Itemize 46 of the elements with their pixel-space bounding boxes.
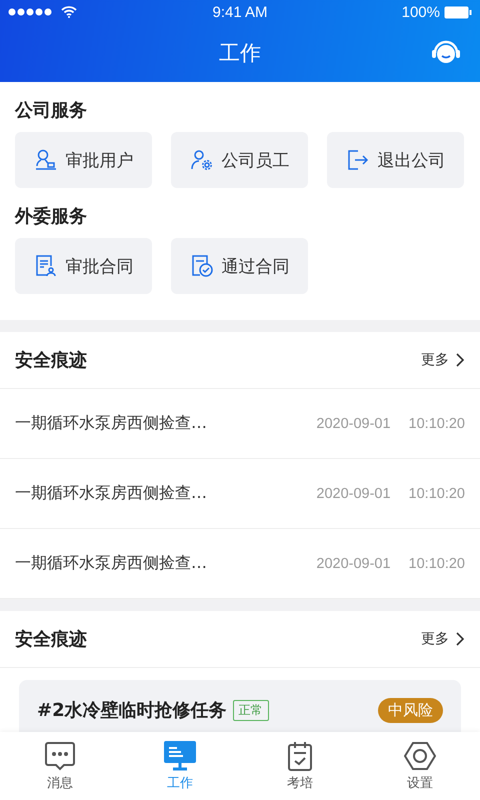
section-title: 安全痕迹: [15, 349, 87, 372]
service-button[interactable]: 退出公司: [327, 132, 464, 188]
trace-row[interactable]: 一期循环水泵房西侧捡查… 2020-09-01 10:10:20: [0, 459, 480, 529]
trace-row[interactable]: 一期循环水泵房西侧捡查… 2020-09-01 10:10:20: [0, 389, 480, 459]
service-button[interactable]: 公司员工: [171, 132, 308, 188]
chat-icon: [44, 740, 76, 770]
trace-time: 10:10:20: [408, 556, 465, 572]
task-card[interactable]: #2水冷壁临时抢修任务 正常 中风险: [19, 680, 461, 732]
clipboard-check-icon: [286, 740, 314, 770]
trace-date: 2020-09-01: [316, 416, 391, 432]
trace-text: 一期循环水泵房西侧捡查…: [15, 553, 208, 574]
more-link[interactable]: 更多: [421, 351, 465, 369]
trace-time: 10:10:20: [408, 486, 465, 502]
battery-percent: 100%: [402, 4, 440, 20]
service-button[interactable]: 通过合同: [171, 238, 308, 294]
battery-icon: [444, 6, 472, 18]
risk-badge: 中风险: [378, 698, 443, 722]
trace-text: 一期循环水泵房西侧捡查…: [15, 483, 208, 504]
trace-date: 2020-09-01: [316, 486, 391, 502]
section-title: 外委服务: [15, 205, 88, 229]
exit-icon: [346, 148, 370, 172]
user-stamp-icon: [34, 148, 58, 172]
user-gear-icon: [190, 148, 214, 172]
chevron-right-icon: [455, 352, 465, 368]
document-user-icon: [34, 254, 58, 278]
status-tag: 正常: [232, 700, 269, 720]
status-time: 9:41 AM: [212, 4, 268, 20]
tab[interactable]: 工作: [120, 732, 240, 800]
section-title: 公司服务: [15, 99, 88, 123]
service-button[interactable]: 审批合同: [15, 238, 152, 294]
monitor-icon: [164, 740, 196, 770]
document-check-icon: [190, 254, 214, 278]
service-button[interactable]: 审批用户: [15, 132, 152, 188]
trace-text: 一期循环水泵房西侧捡查…: [15, 413, 208, 434]
settings-icon: [404, 740, 436, 770]
tab[interactable]: 设置: [360, 732, 480, 800]
trace-date: 2020-09-01: [316, 556, 391, 572]
tab[interactable]: 考培: [240, 732, 360, 800]
task-title: #2水冷壁临时抢修任务: [37, 699, 227, 722]
chevron-right-icon: [455, 631, 465, 647]
page-title: 工作: [219, 40, 261, 67]
more-link[interactable]: 更多: [421, 630, 465, 648]
wifi-icon: [61, 6, 77, 18]
section-title: 安全痕迹: [15, 628, 87, 651]
trace-time: 10:10:20: [408, 416, 465, 432]
tab[interactable]: 消息: [0, 732, 120, 800]
